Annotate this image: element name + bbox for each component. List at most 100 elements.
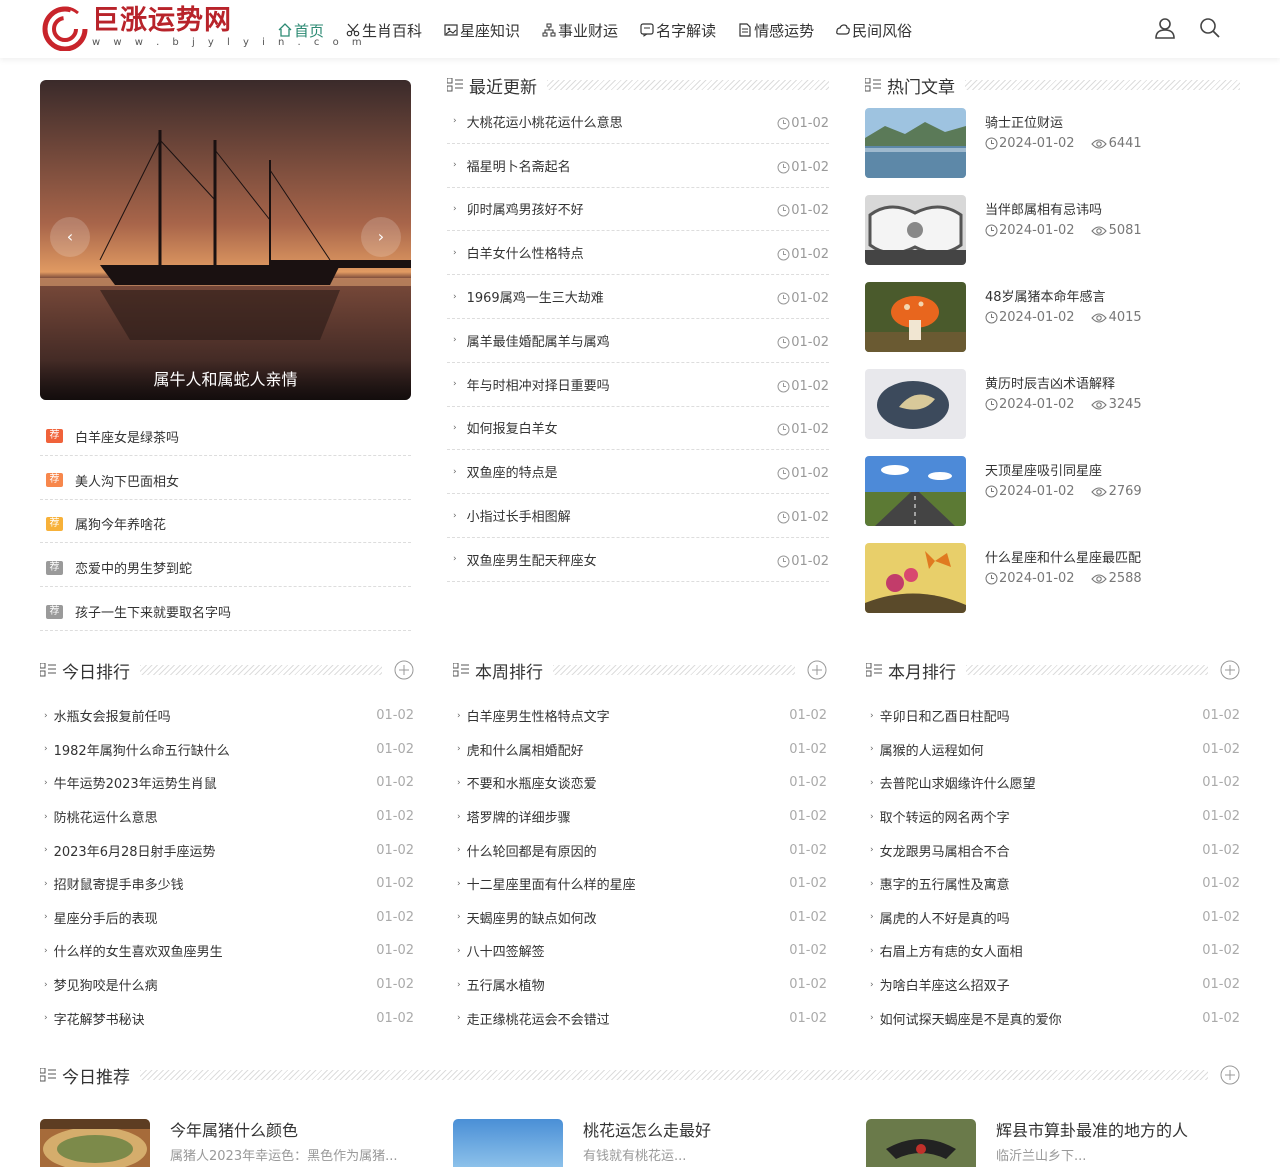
rank-link[interactable]: 防桃花运什么意思 [54,807,158,826]
thumbnail-image[interactable] [866,1119,976,1167]
rank-link[interactable]: 塔罗牌的详细步骤 [467,807,571,826]
rank-link[interactable]: 辛卯日和乙酉日柱配吗 [880,706,1010,725]
hot-article-title[interactable]: 黄历时辰吉凶术语解释 [985,373,1142,393]
slider-prev-button[interactable]: ‹ [50,217,90,257]
rank-link[interactable]: 水瓶女会报复前任吗 [54,706,171,725]
recommend-card[interactable]: 辉县市算卦最准的地方的人 临沂兰山乡下... [866,1119,1240,1167]
hot-article[interactable]: 黄历时辰吉凶术语解释 2024-01-02 3245 [865,369,1240,456]
list-item[interactable]: › 辛卯日和乙酉日柱配吗 01-02 [866,699,1240,733]
nav-item-4[interactable]: 名字解读 [640,18,716,42]
list-item[interactable]: › 双鱼座的特点是 01-02 [447,450,829,495]
list-item[interactable]: › 如何报复白羊女 01-02 [447,407,829,451]
list-item[interactable]: › 字花解梦书秘诀 01-02 [40,1001,414,1035]
list-item[interactable]: › 年与时相冲对择日重要吗 01-02 [447,363,829,407]
hot-article[interactable]: 骑士正位财运 2024-01-02 6441 [865,108,1240,195]
nav-item-1[interactable]: 生肖百科 [346,18,422,42]
hot-article-title[interactable]: 骑士正位财运 [985,112,1142,132]
card-title[interactable]: 今年属猪什么颜色 [170,1120,397,1142]
list-item[interactable]: › 1982年属狗什么命五行缺什么 01-02 [40,733,414,767]
list-item[interactable]: 荐白羊座女是绿茶吗 [40,412,411,456]
rank-link[interactable]: 招财鼠寄提手串多少钱 [54,874,184,893]
user-icon[interactable] [1153,16,1177,40]
more-plus-icon[interactable] [394,660,414,680]
rank-link[interactable]: 什么轮回都是有原因的 [467,841,597,860]
rank-link[interactable]: 不要和水瓶座女谈恋爱 [467,773,597,792]
rank-link[interactable]: 去普陀山求姻缘许什么愿望 [880,773,1036,792]
list-item[interactable]: › 白羊座男生性格特点文字 01-02 [453,699,827,733]
rank-link[interactable]: 惠字的五行属性及寓意 [880,874,1010,893]
nav-item-6[interactable]: 民间风俗 [836,18,912,42]
thumbnail-image[interactable] [40,1119,150,1167]
list-item[interactable]: › 五行属水植物 01-02 [453,968,827,1002]
list-item[interactable]: › 塔罗牌的详细步骤 01-02 [453,800,827,834]
thumbnail-image[interactable] [865,108,966,178]
slide-caption[interactable]: 属牛人和属蛇人亲情 [40,360,411,400]
more-plus-icon[interactable] [807,660,827,680]
list-item[interactable]: › 什么样的女生喜欢双鱼座男生 01-02 [40,934,414,968]
list-item[interactable]: 荐孩子一生下来就要取名字吗 [40,587,411,631]
recommend-card[interactable]: 桃花运怎么走最好 有钱就有桃花运... [453,1119,827,1167]
more-plus-icon[interactable] [1220,660,1240,680]
list-item[interactable]: › 取个转运的网名两个字 01-02 [866,800,1240,834]
rank-link[interactable]: 天蝎座男的缺点如何改 [467,908,597,927]
card-title[interactable]: 辉县市算卦最准的地方的人 [996,1120,1188,1142]
latest-link[interactable]: 年与时相冲对择日重要吗 [467,375,610,394]
list-item[interactable]: › 属虎的人不好是真的吗 01-02 [866,901,1240,935]
latest-link[interactable]: 属羊最佳婚配属羊与属鸡 [467,331,610,350]
list-item[interactable]: › 天蝎座男的缺点如何改 01-02 [453,901,827,935]
list-item[interactable]: › 如何试探天蝎座是不是真的爱你 01-02 [866,1001,1240,1035]
list-item[interactable]: › 防桃花运什么意思 01-02 [40,800,414,834]
latest-link[interactable]: 卯时属鸡男孩好不好 [467,199,584,218]
list-item[interactable]: › 十二星座里面有什么样的星座 01-02 [453,867,827,901]
latest-link[interactable]: 福星明卜名斋起名 [467,156,571,175]
latest-link[interactable]: 白羊女什么性格特点 [467,243,584,262]
list-item[interactable]: › 白羊女什么性格特点 01-02 [447,231,829,276]
latest-link[interactable]: 1969属鸡一生三大劫难 [467,287,604,306]
list-item[interactable]: 荐恋爱中的男生梦到蛇 [40,543,411,588]
hot-article-title[interactable]: 天顶星座吸引同星座 [985,460,1142,480]
recommend-link[interactable]: 白羊座女是绿茶吗 [75,427,179,446]
rank-link[interactable]: 右眉上方有痣的女人面相 [880,941,1023,960]
nav-item-5[interactable]: 情感运势 [738,18,814,42]
rank-link[interactable]: 属虎的人不好是真的吗 [880,908,1010,927]
hot-article[interactable]: 什么星座和什么星座最匹配 2024-01-02 2588 [865,543,1240,630]
list-item[interactable]: › 属羊最佳婚配属羊与属鸡 01-02 [447,319,829,363]
slider-next-button[interactable]: › [361,217,401,257]
rank-link[interactable]: 为啥白羊座这么招双子 [880,975,1010,994]
hot-article[interactable]: 48岁属猪本命年感言 2024-01-02 4015 [865,282,1240,369]
hot-article-title[interactable]: 什么星座和什么星座最匹配 [985,547,1142,567]
more-plus-icon[interactable] [1220,1065,1240,1085]
list-item[interactable]: › 八十四签解签 01-02 [453,934,827,968]
rank-link[interactable]: 属猴的人运程如何 [880,740,984,759]
list-item[interactable]: › 水瓶女会报复前任吗 01-02 [40,699,414,733]
list-item[interactable]: › 大桃花运小桃花运什么意思 01-02 [447,100,829,144]
nav-item-2[interactable]: 星座知识 [444,18,520,42]
rank-link[interactable]: 1982年属狗什么命五行缺什么 [54,740,230,759]
list-item[interactable]: › 为啥白羊座这么招双子 01-02 [866,968,1240,1002]
thumbnail-image[interactable] [865,282,966,352]
list-item[interactable]: › 牛年运势2023年运势生肖鼠 01-02 [40,766,414,800]
list-item[interactable]: › 属猴的人运程如何 01-02 [866,733,1240,767]
rank-link[interactable]: 星座分手后的表现 [54,908,158,927]
rank-link[interactable]: 牛年运势2023年运势生肖鼠 [54,773,217,792]
recommend-link[interactable]: 恋爱中的男生梦到蛇 [75,558,192,577]
list-item[interactable]: › 1969属鸡一生三大劫难 01-02 [447,275,829,319]
list-item[interactable]: › 福星明卜名斋起名 01-02 [447,144,829,188]
rank-link[interactable]: 取个转运的网名两个字 [880,807,1010,826]
rank-link[interactable]: 八十四签解签 [467,941,545,960]
list-item[interactable]: › 右眉上方有痣的女人面相 01-02 [866,934,1240,968]
latest-link[interactable]: 大桃花运小桃花运什么意思 [467,112,623,131]
list-item[interactable]: › 梦见狗咬是什么病 01-02 [40,968,414,1002]
recommend-link[interactable]: 属狗今年养啥花 [75,514,166,533]
recommend-card[interactable]: 今年属猪什么颜色 属猪人2023年幸运色：黑色作为属猪... [40,1119,414,1167]
list-item[interactable]: › 双鱼座男生配天秤座女 01-02 [447,538,829,582]
rank-link[interactable]: 女龙跟男马属相合不合 [880,841,1010,860]
list-item[interactable]: 荐属狗今年养啥花 [40,500,411,544]
rank-link[interactable]: 如何试探天蝎座是不是真的爱你 [880,1009,1062,1028]
latest-link[interactable]: 双鱼座的特点是 [467,462,558,481]
latest-link[interactable]: 双鱼座男生配天秤座女 [467,550,597,569]
latest-link[interactable]: 如何报复白羊女 [467,418,558,437]
nav-item-0[interactable]: 首页 [278,18,324,42]
list-item[interactable]: › 卯时属鸡男孩好不好 01-02 [447,188,829,232]
thumbnail-image[interactable] [453,1119,563,1167]
